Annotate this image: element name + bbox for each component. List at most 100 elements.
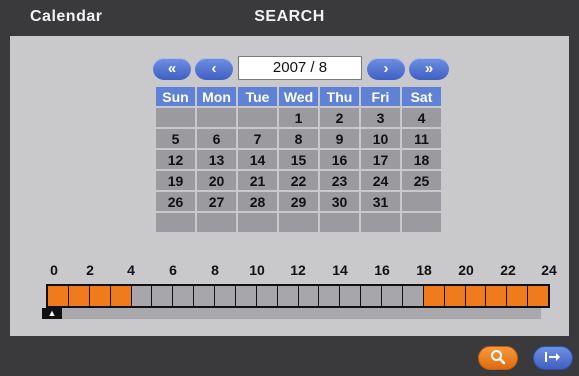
day-cell[interactable]: 7: [238, 129, 277, 148]
day-cell: [156, 108, 195, 127]
hour-block-empty[interactable]: [194, 286, 214, 306]
day-cell[interactable]: 6: [197, 129, 236, 148]
hour-block-empty[interactable]: [361, 286, 381, 306]
recording-timeline[interactable]: [46, 284, 550, 308]
weekday-fri: Fri: [361, 87, 400, 106]
day-cell: [320, 213, 359, 232]
calendar-grid: Sun Mon Tue Wed Thu Fri Sat 1 2 3 4 5 6: [154, 85, 443, 234]
day-cell: [361, 213, 400, 232]
day-cell[interactable]: 20: [197, 171, 236, 190]
day-cell[interactable]: 11: [402, 129, 441, 148]
weekday-thu: Thu: [320, 87, 359, 106]
search-button[interactable]: [478, 346, 518, 370]
hour-block-empty[interactable]: [340, 286, 361, 306]
day-cell: [197, 108, 236, 127]
title-bar: Calendar SEARCH: [0, 0, 579, 36]
prev-year-button[interactable]: «: [153, 58, 191, 80]
day-cell[interactable]: 8: [279, 129, 318, 148]
hour-block-empty[interactable]: [319, 286, 340, 306]
hour-block-empty[interactable]: [277, 286, 298, 306]
hour-tick-label: 2: [86, 262, 94, 278]
day-cell[interactable]: 22: [279, 171, 318, 190]
hour-block-recorded[interactable]: [89, 286, 110, 306]
weekday-mon: Mon: [197, 87, 236, 106]
day-cell[interactable]: 9: [320, 129, 359, 148]
next-year-button[interactable]: »: [409, 58, 449, 80]
day-cell[interactable]: 25: [402, 171, 441, 190]
hour-tick-label: 22: [500, 262, 516, 278]
day-cell[interactable]: 18: [402, 150, 441, 169]
day-cell[interactable]: 28: [238, 192, 277, 211]
day-cell[interactable]: 10: [361, 129, 400, 148]
hour-block-recorded[interactable]: [486, 286, 507, 306]
day-cell[interactable]: 24: [361, 171, 400, 190]
hour-block-empty[interactable]: [382, 286, 402, 306]
calendar-search-window: Calendar SEARCH « ‹ 2007 / 8 › » Sun Mon…: [0, 0, 579, 376]
day-cell: [402, 213, 441, 232]
hour-block-recorded[interactable]: [68, 286, 89, 306]
hour-block-recorded[interactable]: [423, 286, 444, 306]
magnifier-icon: [491, 349, 506, 364]
week-row: 26 27 28 29 30 31: [156, 192, 441, 211]
month-year-display: 2007 / 8: [238, 56, 362, 80]
day-cell[interactable]: 1: [279, 108, 318, 127]
hour-tick-label: 0: [50, 262, 58, 278]
hour-block-empty[interactable]: [402, 286, 423, 306]
hour-block-empty[interactable]: [298, 286, 319, 306]
hour-tick-label: 16: [374, 262, 390, 278]
prev-month-button[interactable]: ‹: [195, 58, 233, 80]
day-cell[interactable]: 31: [361, 192, 400, 211]
hour-block-recorded[interactable]: [465, 286, 486, 306]
day-cell: [279, 213, 318, 232]
weekday-tue: Tue: [238, 87, 277, 106]
hour-block-empty[interactable]: [173, 286, 194, 306]
hour-tick-label: 14: [332, 262, 348, 278]
day-cell[interactable]: 13: [197, 150, 236, 169]
hour-tick-label: 6: [169, 262, 177, 278]
hour-block-recorded[interactable]: [507, 286, 528, 306]
day-cell[interactable]: 17: [361, 150, 400, 169]
day-cell[interactable]: 26: [156, 192, 195, 211]
hour-block-empty[interactable]: [215, 286, 235, 306]
day-cell[interactable]: 14: [238, 150, 277, 169]
hour-block-recorded[interactable]: [110, 286, 131, 306]
day-cell[interactable]: 2: [320, 108, 359, 127]
hour-block-empty[interactable]: [235, 286, 256, 306]
hour-tick-label: 4: [127, 262, 135, 278]
weekday-sat: Sat: [402, 87, 441, 106]
week-row: 1 2 3 4: [156, 108, 441, 127]
day-cell: [402, 192, 441, 211]
day-cell[interactable]: 30: [320, 192, 359, 211]
day-cell[interactable]: 16: [320, 150, 359, 169]
day-cell: [238, 108, 277, 127]
hour-block-empty[interactable]: [256, 286, 277, 306]
exit-arrow-icon: [545, 351, 560, 362]
timeline-scrollbar[interactable]: [42, 308, 541, 319]
day-cell[interactable]: 27: [197, 192, 236, 211]
day-cell[interactable]: 4: [402, 108, 441, 127]
day-cell[interactable]: 3: [361, 108, 400, 127]
caret-up-icon[interactable]: ▲: [42, 308, 62, 319]
day-cell[interactable]: 23: [320, 171, 359, 190]
hour-tick-label: 20: [458, 262, 474, 278]
hour-block-empty[interactable]: [131, 286, 152, 306]
exit-button[interactable]: [533, 346, 573, 370]
screen-title: SEARCH: [254, 8, 325, 25]
weekday-wed: Wed: [279, 87, 318, 106]
day-cell[interactable]: 12: [156, 150, 195, 169]
day-cell[interactable]: 21: [238, 171, 277, 190]
next-month-button[interactable]: ›: [367, 58, 405, 80]
day-cell[interactable]: 5: [156, 129, 195, 148]
day-cell[interactable]: 19: [156, 171, 195, 190]
hour-block-recorded[interactable]: [48, 286, 68, 306]
week-row: 12 13 14 15 16 17 18: [156, 150, 441, 169]
day-cell: [197, 213, 236, 232]
day-cell[interactable]: 29: [279, 192, 318, 211]
week-row: 5 6 7 8 9 10 11: [156, 129, 441, 148]
day-cell[interactable]: 15: [279, 150, 318, 169]
day-cell: [238, 213, 277, 232]
hour-block-empty[interactable]: [152, 286, 173, 306]
hour-block-recorded[interactable]: [444, 286, 465, 306]
hour-tick-label: 10: [249, 262, 265, 278]
hour-block-recorded[interactable]: [528, 286, 548, 306]
